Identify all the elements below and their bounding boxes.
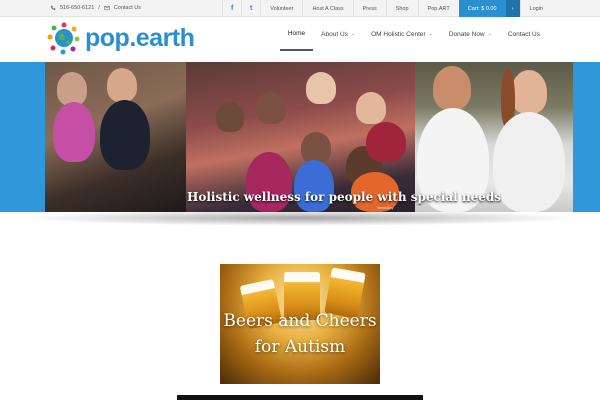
- slider-caption: Holistic wellness for people with specia…: [187, 190, 502, 204]
- facebook-icon[interactable]: f: [222, 0, 241, 17]
- topbar-contact: 516-650-6121 / Contact Us: [50, 5, 141, 11]
- globe-people-icon: [47, 22, 80, 55]
- topbar-link-shop[interactable]: Shop: [385, 0, 418, 17]
- twitter-icon[interactable]: t: [241, 0, 260, 17]
- nav-item-label: Contact Us: [507, 30, 540, 38]
- logo-text[interactable]: pop.earth: [85, 24, 195, 53]
- cart-button[interactable]: Cart: $ 0.00: [458, 0, 506, 17]
- top-utility-bar: 516-650-6121 / Contact Us f t Volunteer …: [0, 0, 600, 17]
- site-header: pop.earth Home About Us ⌄ OM Holistic Cen…: [0, 17, 600, 62]
- chevron-down-icon: ⌄: [487, 31, 492, 37]
- contact-separator: /: [98, 5, 100, 11]
- phone-icon: [51, 5, 56, 10]
- chevron-down-icon: ⌄: [350, 31, 356, 37]
- email-icon: [104, 5, 110, 11]
- slider-shadow: [20, 210, 580, 226]
- topbar-links: f t Volunteer Host A Class Press Shop Po…: [222, 0, 552, 17]
- phone-number[interactable]: 516-650-6121: [60, 5, 94, 11]
- photo-credit: Newsday: [377, 205, 394, 210]
- nav-item-om-holistic-center[interactable]: OM Holistic Center ⌄: [363, 17, 441, 51]
- hero-slider[interactable]: Holistic wellness for people with specia…: [45, 62, 573, 212]
- nav-item-contact-us[interactable]: Contact Us: [500, 17, 548, 51]
- nav-item-home[interactable]: Home: [279, 17, 314, 51]
- nav-item-label: About Us: [321, 30, 348, 38]
- cart-arrow-icon[interactable]: ›: [505, 0, 520, 17]
- topbar-link-volunteer[interactable]: Volunteer: [260, 0, 302, 17]
- topbar-link-host-a-class[interactable]: Host A Class: [302, 0, 352, 17]
- promo-title-line-1: Beers and Cheers: [223, 311, 377, 331]
- nav-item-label: Donate Now: [448, 30, 485, 38]
- topbar-contact-link[interactable]: Contact Us: [114, 5, 141, 11]
- topbar-link-press[interactable]: Press: [352, 0, 386, 17]
- nav-item-label: Home: [287, 29, 306, 37]
- chevron-down-icon: ⌄: [428, 31, 433, 37]
- nav-item-about-us[interactable]: About Us ⌄: [313, 17, 363, 51]
- nav-item-label: OM Holistic Center: [371, 30, 426, 38]
- page: 516-650-6121 / Contact Us f t Volunteer …: [0, 0, 600, 400]
- hero-photo-left: [45, 62, 186, 212]
- site-logo[interactable]: pop.earth: [47, 21, 195, 55]
- nav-item-donate-now[interactable]: Donate Now ⌄: [441, 17, 500, 51]
- beers-and-cheers-promo-image[interactable]: Beers and Cheers for Autism: [220, 264, 380, 384]
- topbar-link-pop-art[interactable]: Pop.ART: [417, 0, 459, 17]
- video-embed-top-edge: [177, 395, 423, 400]
- promo-title: Beers and Cheers for Autism: [220, 308, 380, 360]
- main-nav: Home About Us ⌄ OM Holistic Center ⌄ Donat…: [279, 17, 548, 51]
- promo-title-line-2: for Autism: [254, 337, 346, 357]
- login-link[interactable]: Login: [519, 0, 552, 17]
